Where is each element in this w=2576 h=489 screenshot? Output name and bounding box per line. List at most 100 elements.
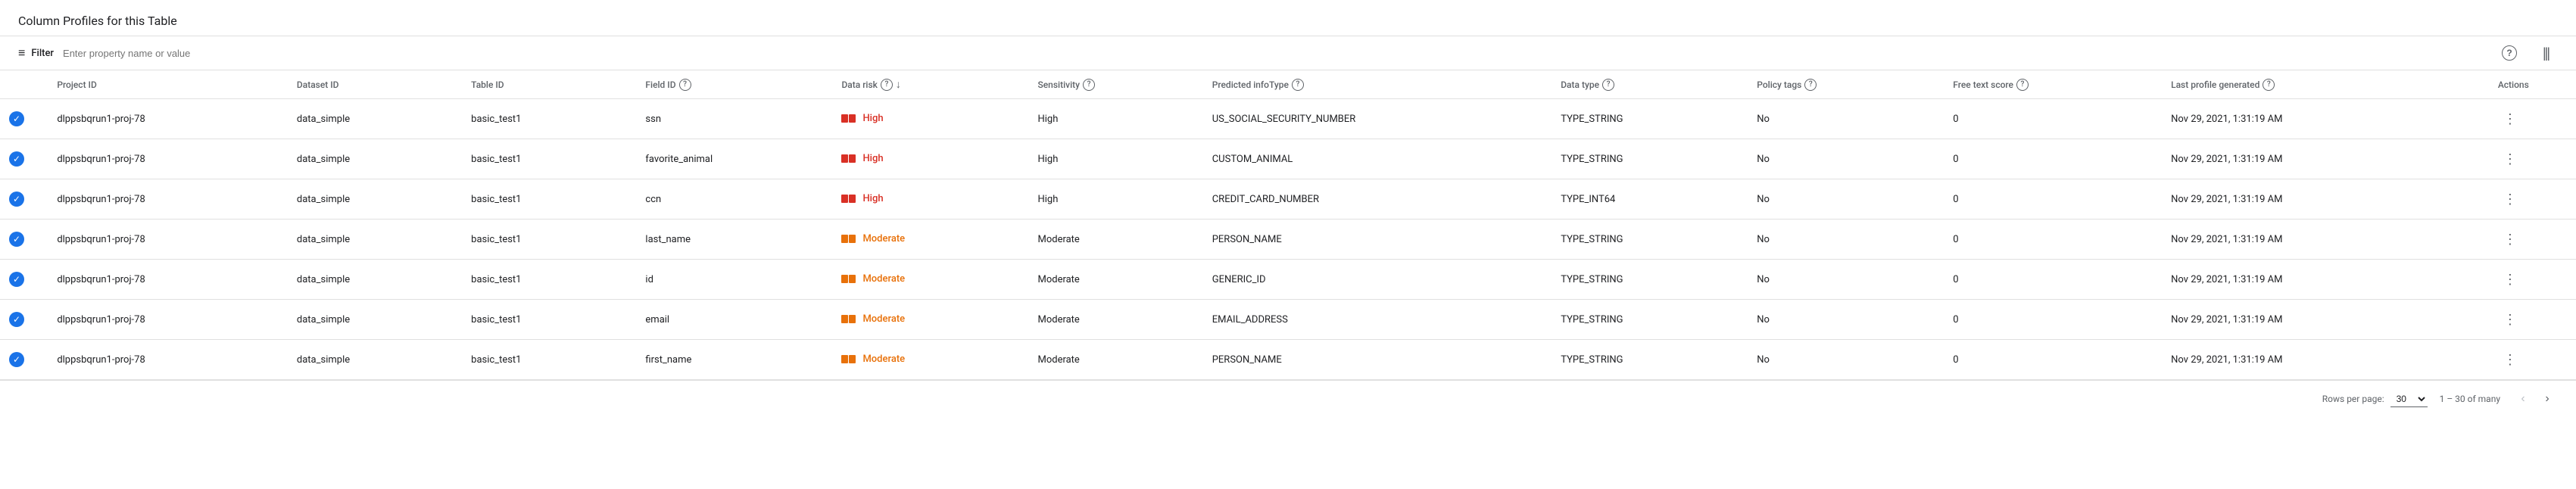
row-lastprofile: Nov 29, 2021, 1:31:19 AM [2162, 99, 2489, 139]
risk-help-icon[interactable]: ? [881, 79, 893, 91]
row-sensitivity: Moderate [1028, 300, 1202, 340]
filter-bar-right: ? ||| [2497, 41, 2558, 65]
row-status: ✓ [0, 99, 48, 139]
th-project: Project ID [48, 70, 288, 99]
row-dataset: data_simple [288, 300, 462, 340]
row-dataset: data_simple [288, 260, 462, 300]
datatype-help-icon[interactable]: ? [1602, 79, 1614, 91]
risk-text: Moderate [862, 313, 905, 325]
row-actions: ⋮ [2489, 260, 2576, 300]
row-dataset: data_simple [288, 220, 462, 260]
risk-text: Moderate [862, 273, 905, 285]
th-risk: Data risk ? ↓ [832, 70, 1028, 99]
row-policy: No [1748, 179, 1944, 220]
filter-input[interactable] [63, 48, 2491, 59]
row-actions-button[interactable]: ⋮ [2498, 267, 2522, 291]
row-lastprofile: Nov 29, 2021, 1:31:19 AM [2162, 139, 2489, 179]
row-project: dlppsbqrun1-proj-78 [48, 300, 288, 340]
risk-badge: Moderate [841, 354, 905, 365]
row-field: first_name [636, 340, 832, 380]
freetext-help-icon[interactable]: ? [2016, 79, 2029, 91]
row-policy: No [1748, 99, 1944, 139]
risk-badge: High [841, 153, 883, 164]
row-sensitivity: High [1028, 139, 1202, 179]
row-predicted: GENERIC_ID [1203, 260, 1552, 300]
row-freetext: 0 [1944, 300, 2162, 340]
lastprofile-help-icon[interactable]: ? [2263, 79, 2275, 91]
row-lastprofile: Nov 29, 2021, 1:31:19 AM [2162, 220, 2489, 260]
row-project: dlppsbqrun1-proj-78 [48, 220, 288, 260]
row-datatype: TYPE_STRING [1552, 139, 1748, 179]
row-risk: High [832, 99, 1028, 139]
risk-text: Moderate [862, 354, 905, 365]
row-dataset: data_simple [288, 99, 462, 139]
row-actions-button[interactable]: ⋮ [2498, 187, 2522, 211]
row-actions-button[interactable]: ⋮ [2498, 347, 2522, 372]
row-field: last_name [636, 220, 832, 260]
next-page-button[interactable]: › [2537, 388, 2558, 410]
row-predicted: CREDIT_CARD_NUMBER [1203, 179, 1552, 220]
table-body: ✓dlppsbqrun1-proj-78data_simplebasic_tes… [0, 99, 2576, 380]
row-predicted: PERSON_NAME [1203, 340, 1552, 380]
table-row: ✓dlppsbqrun1-proj-78data_simplebasic_tes… [0, 300, 2576, 340]
row-sensitivity: High [1028, 99, 1202, 139]
row-datatype: TYPE_INT64 [1552, 179, 1748, 220]
row-risk: Moderate [832, 300, 1028, 340]
row-status: ✓ [0, 179, 48, 220]
row-actions: ⋮ [2489, 99, 2576, 139]
th-field: Field ID ? [636, 70, 832, 99]
page-title: Column Profiles for this Table [0, 0, 2576, 36]
row-actions-button[interactable]: ⋮ [2498, 107, 2522, 131]
row-policy: No [1748, 340, 1944, 380]
sensitivity-help-icon[interactable]: ? [1083, 79, 1095, 91]
row-dataset: data_simple [288, 340, 462, 380]
status-ok-icon: ✓ [9, 151, 24, 167]
field-help-icon[interactable]: ? [679, 79, 691, 91]
risk-text: High [862, 193, 883, 204]
row-datatype: TYPE_STRING [1552, 220, 1748, 260]
th-freetext: Free text score ? [1944, 70, 2162, 99]
row-policy: No [1748, 260, 1944, 300]
row-actions-button[interactable]: ⋮ [2498, 227, 2522, 251]
row-risk: Moderate [832, 340, 1028, 380]
row-status: ✓ [0, 139, 48, 179]
help-button[interactable]: ? [2497, 41, 2521, 65]
th-predicted: Predicted infoType ? [1203, 70, 1552, 99]
row-predicted: US_SOCIAL_SECURITY_NUMBER [1203, 99, 1552, 139]
row-predicted: CUSTOM_ANIMAL [1203, 139, 1552, 179]
th-datatype: Data type ? [1552, 70, 1748, 99]
row-table: basic_test1 [462, 220, 636, 260]
th-dataset: Dataset ID [288, 70, 462, 99]
row-policy: No [1748, 300, 1944, 340]
rows-per-page-select[interactable]: 10203050100 [2390, 391, 2428, 407]
filter-label: Filter [31, 48, 54, 59]
risk-icon-high [841, 154, 856, 163]
policy-help-icon[interactable]: ? [1804, 79, 1817, 91]
row-actions-button[interactable]: ⋮ [2498, 307, 2522, 332]
data-table: Project ID Dataset ID Table ID Field ID … [0, 70, 2576, 380]
row-freetext: 0 [1944, 220, 2162, 260]
predicted-help-icon[interactable]: ? [1292, 79, 1304, 91]
row-freetext: 0 [1944, 99, 2162, 139]
th-check [0, 70, 48, 99]
risk-icon-moderate [841, 235, 856, 243]
row-field: ccn [636, 179, 832, 220]
row-sensitivity: Moderate [1028, 340, 1202, 380]
prev-page-button[interactable]: ‹ [2512, 388, 2534, 410]
row-table: basic_test1 [462, 260, 636, 300]
row-freetext: 0 [1944, 340, 2162, 380]
table-row: ✓dlppsbqrun1-proj-78data_simplebasic_tes… [0, 139, 2576, 179]
rows-per-page-label: Rows per page: [2322, 394, 2384, 404]
table-row: ✓dlppsbqrun1-proj-78data_simplebasic_tes… [0, 220, 2576, 260]
risk-sort-icon[interactable]: ↓ [896, 78, 901, 91]
row-table: basic_test1 [462, 139, 636, 179]
columns-button[interactable]: ||| [2534, 41, 2558, 65]
row-table: basic_test1 [462, 99, 636, 139]
table-row: ✓dlppsbqrun1-proj-78data_simplebasic_tes… [0, 99, 2576, 139]
risk-icon-moderate [841, 315, 856, 323]
status-ok-icon: ✓ [9, 192, 24, 207]
table-row: ✓dlppsbqrun1-proj-78data_simplebasic_tes… [0, 179, 2576, 220]
footer: Rows per page: 10203050100 1 – 30 of man… [0, 380, 2576, 417]
row-actions-button[interactable]: ⋮ [2498, 147, 2522, 171]
row-status: ✓ [0, 260, 48, 300]
